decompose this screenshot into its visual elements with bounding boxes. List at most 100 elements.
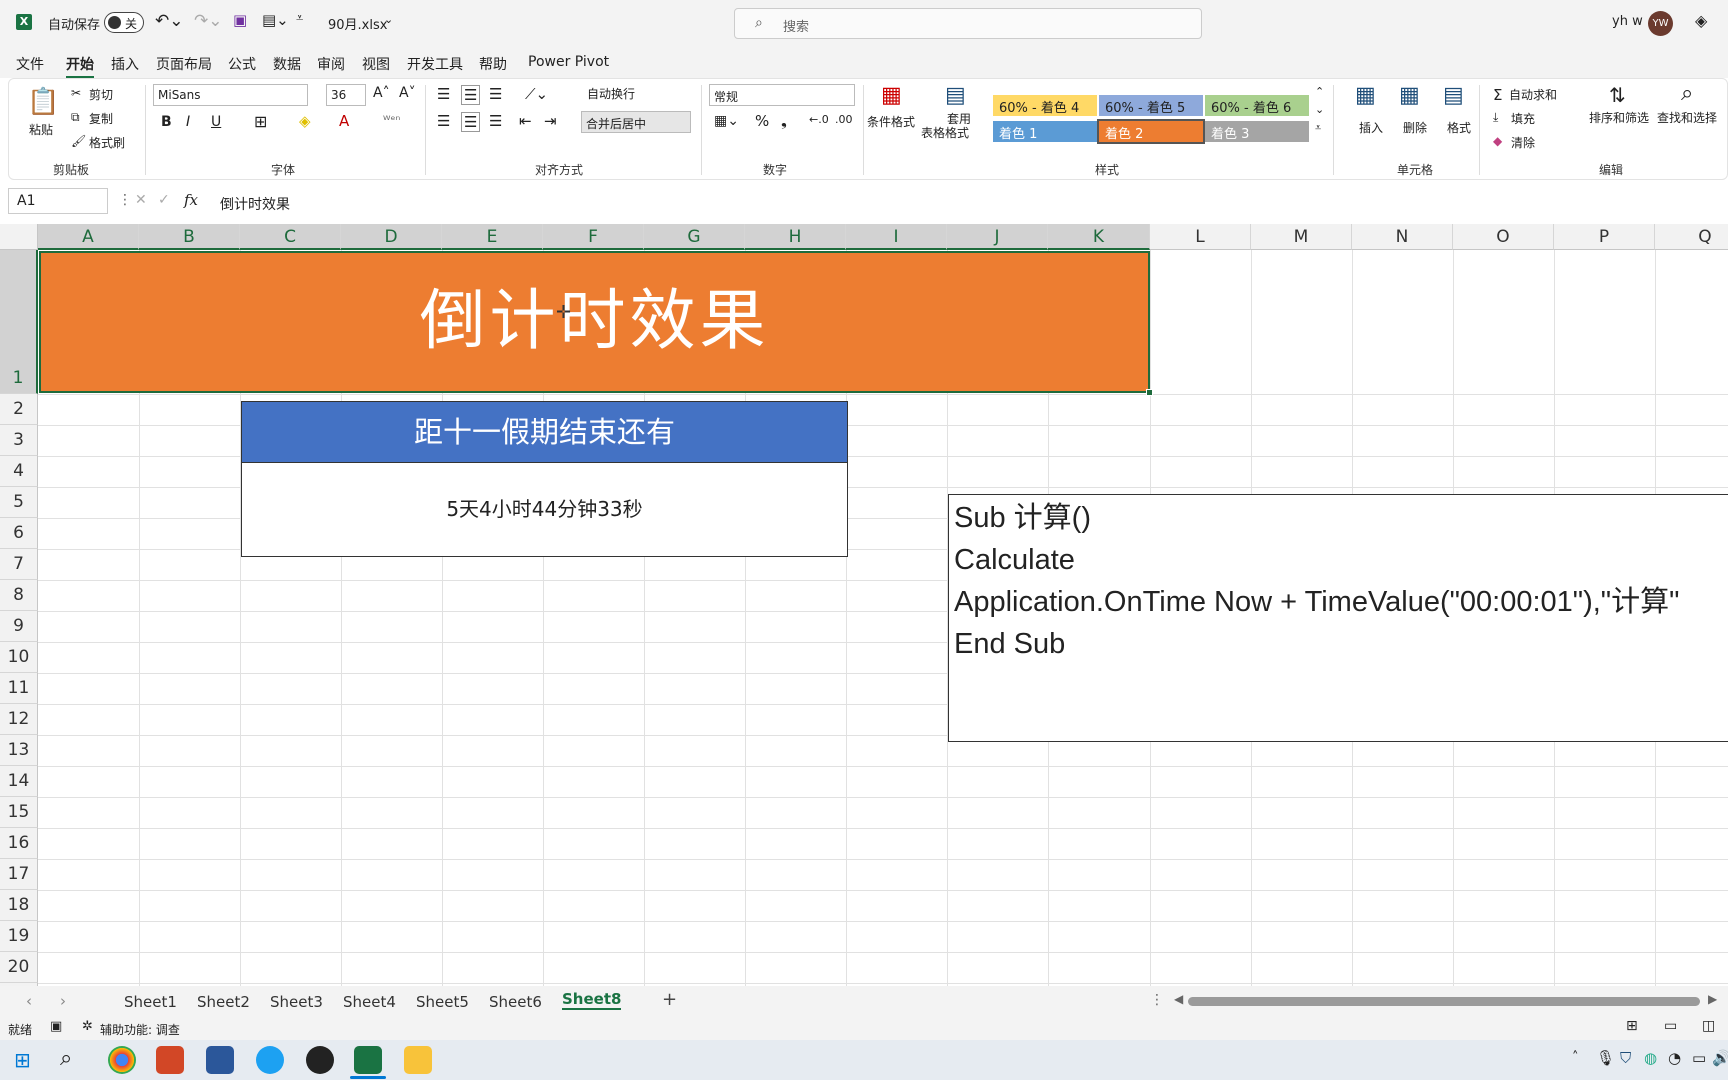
align-bottom-icon[interactable]: ☰ [489, 85, 502, 103]
autosum-button[interactable]: 自动求和 [1509, 86, 1557, 103]
prev-sheet-icon[interactable]: ‹ [26, 992, 32, 1010]
wechat-icon[interactable]: ◍ [1644, 1049, 1657, 1067]
add-sheet-icon[interactable]: + [662, 989, 677, 1010]
menu-home[interactable]: 开始 [66, 54, 94, 79]
menu-review[interactable]: 审阅 [317, 54, 345, 74]
undo-icon[interactable]: ↶⌄ [155, 11, 184, 31]
row-header-15[interactable]: 15 [0, 797, 38, 828]
format-painter-button[interactable]: 格式刷 [89, 134, 125, 151]
column-header-f[interactable]: F [543, 224, 644, 250]
subtitle-cell[interactable]: 距十一假期结束还有 [241, 401, 848, 463]
column-header-g[interactable]: G [644, 224, 745, 250]
indent-increase-icon[interactable]: ⇥ [544, 112, 557, 130]
title-cell[interactable]: 倒计时效果 [39, 251, 1150, 393]
row-header-8[interactable]: 8 [0, 580, 38, 611]
more-icon[interactable]: ⋮ [118, 192, 132, 208]
autosave-toggle[interactable]: 关 [104, 12, 144, 33]
comma-icon[interactable]: ❟ [781, 112, 787, 130]
save-icon[interactable]: ▣ [233, 11, 247, 29]
sheet-tab-5[interactable]: Sheet5 [416, 993, 469, 1011]
tab-splitter-icon[interactable]: ⋮ [1150, 992, 1164, 1008]
confirm-icon[interactable]: ✓ [158, 192, 170, 208]
orientation-icon[interactable]: ⟋⌄ [525, 85, 548, 103]
underline-icon[interactable]: U [211, 114, 221, 130]
row-header-14[interactable]: 14 [0, 766, 38, 797]
fill-handle[interactable] [1146, 389, 1153, 396]
next-sheet-icon[interactable]: › [60, 992, 66, 1010]
align-middle-icon[interactable]: ☰ [461, 85, 481, 105]
insert-cells-button[interactable]: 插入 [1359, 119, 1383, 136]
row-header-10[interactable]: 10 [0, 642, 38, 673]
avatar[interactable]: YW [1648, 11, 1673, 36]
name-box[interactable]: A1 [8, 188, 108, 214]
align-right-icon[interactable]: ☰ [489, 112, 502, 130]
insert-cells-icon[interactable]: ▦ [1355, 83, 1376, 108]
align-center-icon[interactable]: ☰ [461, 112, 481, 132]
font-color-icon[interactable]: A [339, 112, 349, 130]
accounting-icon[interactable]: ▦⌄ [714, 113, 739, 129]
column-header-e[interactable]: E [442, 224, 543, 250]
row-header-3[interactable]: 3 [0, 425, 38, 456]
percent-icon[interactable]: % [755, 112, 769, 130]
page-layout-view-icon[interactable]: ▭ [1664, 1018, 1677, 1034]
table-format-label-2[interactable]: 表格格式 [921, 124, 969, 141]
column-header-q[interactable]: Q [1655, 224, 1728, 250]
microphone-icon[interactable]: 🎙 [1596, 1049, 1615, 1067]
table-format-icon[interactable]: ▤ [945, 83, 966, 108]
column-header-k[interactable]: K [1048, 224, 1150, 250]
row-header-9[interactable]: 9 [0, 611, 38, 642]
style-chip-color3[interactable]: 着色 3 [1205, 121, 1309, 142]
volume-icon[interactable]: 🔊 [1712, 1049, 1728, 1067]
code-textbox[interactable]: Sub 计算() Calculate Application.OnTime No… [948, 494, 1728, 742]
search-input[interactable]: ⌕ 搜索 [734, 8, 1202, 39]
increase-font-icon[interactable]: A˄ [373, 85, 390, 101]
row-header-19[interactable]: 19 [0, 921, 38, 952]
delete-cells-icon[interactable]: ▦ [1399, 83, 1420, 108]
excel-taskbar-icon[interactable] [354, 1046, 382, 1074]
row-header-20[interactable]: 20 [0, 952, 38, 983]
column-header-c[interactable]: C [240, 224, 341, 250]
number-format-select[interactable]: 常规 [709, 84, 855, 106]
menu-data[interactable]: 数据 [273, 54, 301, 74]
row-header-12[interactable]: 12 [0, 704, 38, 735]
find-icon[interactable]: ⌕ [1681, 81, 1693, 106]
border-icon[interactable]: ⊞ [254, 112, 267, 131]
row-header-11[interactable]: 11 [0, 673, 38, 704]
column-header-i[interactable]: I [846, 224, 947, 250]
delete-cells-button[interactable]: 删除 [1403, 119, 1427, 136]
style-chip-color2[interactable]: 着色 2 [1097, 119, 1205, 144]
diamond-icon[interactable]: ◈ [1695, 11, 1707, 30]
select-all-corner[interactable] [0, 224, 38, 250]
sheet-tab-2[interactable]: Sheet2 [197, 993, 250, 1011]
row-header-18[interactable]: 18 [0, 890, 38, 921]
chrome-icon[interactable] [108, 1046, 136, 1074]
increase-decimal-icon[interactable]: ←.0 [809, 113, 829, 126]
powerpoint-icon[interactable] [156, 1046, 184, 1074]
qq-icon[interactable]: ◔ [1668, 1049, 1681, 1067]
page-break-view-icon[interactable]: ◫ [1702, 1018, 1715, 1034]
menu-page-layout[interactable]: 页面布局 [156, 54, 212, 74]
display-icon[interactable]: ▭ [1692, 1049, 1706, 1067]
decrease-decimal-icon[interactable]: .00 [835, 113, 853, 126]
font-size-select[interactable]: 36 [326, 84, 366, 106]
conditional-format-button[interactable]: 条件格式 [867, 113, 915, 130]
shield-icon[interactable]: ⛉ [1620, 1049, 1631, 1067]
row-header-6[interactable]: 6 [0, 518, 38, 549]
conditional-format-icon[interactable]: ▦ [881, 83, 902, 108]
format-cells-button[interactable]: 格式 [1447, 119, 1471, 136]
menu-insert[interactable]: 插入 [111, 54, 139, 74]
column-header-o[interactable]: O [1453, 224, 1554, 250]
style-chip-accent4[interactable]: 60% - 着色 4 [993, 95, 1097, 116]
form-icon[interactable]: ▤⌄ [262, 11, 289, 29]
menu-power-pivot[interactable]: Power Pivot [528, 54, 609, 70]
column-header-b[interactable]: B [139, 224, 240, 250]
horizontal-scrollbar[interactable] [1188, 997, 1700, 1006]
find-select-button[interactable]: 查找和选择 [1657, 109, 1717, 126]
styles-scroll-up-icon[interactable]: ⌃ [1315, 85, 1324, 98]
column-header-l[interactable]: L [1150, 224, 1251, 250]
menu-help[interactable]: 帮助 [479, 54, 507, 74]
phonetic-icon[interactable]: ᵂᵉⁿ [383, 113, 400, 127]
browser-icon[interactable] [256, 1046, 284, 1074]
row-header-5[interactable]: 5 [0, 487, 38, 518]
paste-icon[interactable]: 📋 [27, 87, 59, 117]
